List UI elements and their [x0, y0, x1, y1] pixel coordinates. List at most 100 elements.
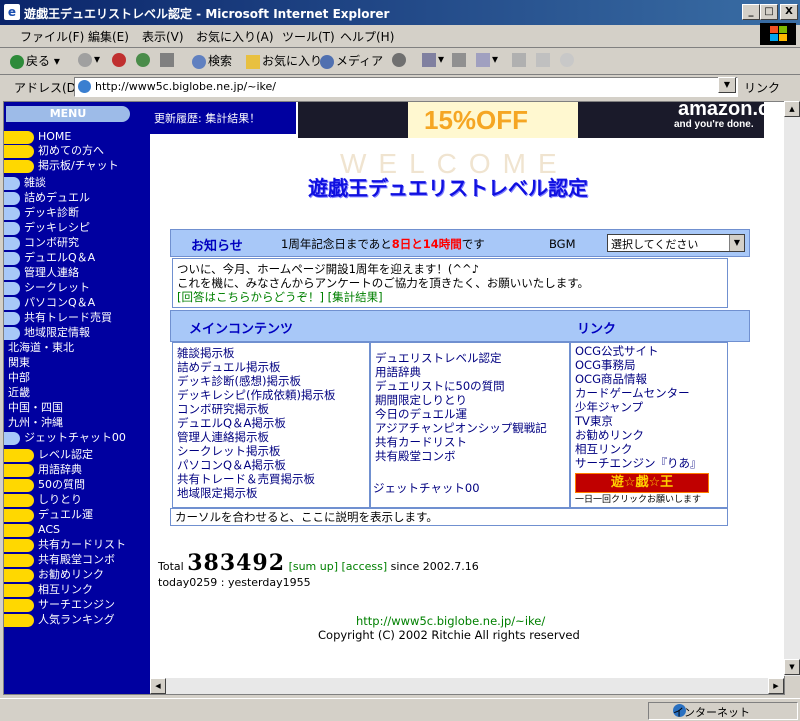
nav-item[interactable]: HOME — [4, 130, 150, 144]
links-toolbar[interactable]: リンク — [744, 79, 780, 96]
nav-item[interactable]: 地域限定情報 — [4, 326, 150, 340]
menu-help[interactable]: ヘルプ(H) — [340, 28, 394, 45]
nav-item[interactable]: 用語辞典 — [4, 463, 150, 477]
content-link[interactable]: シークレット掲示板 — [177, 444, 281, 458]
content-link[interactable]: デッキ診断(感想)掲示板 — [177, 374, 301, 388]
vertical-scrollbar[interactable]: ▲ ▼ — [784, 101, 800, 676]
stop-button[interactable] — [112, 52, 128, 67]
refresh-button[interactable] — [136, 52, 152, 67]
content-link[interactable]: デュエリストに50の質問 — [375, 379, 505, 393]
content-link[interactable]: コンボ研究掲示板 — [177, 402, 269, 416]
content-link[interactable]: 相互リンク — [575, 442, 633, 456]
menu-favorites[interactable]: お気に入り(A) — [196, 28, 274, 45]
scroll-left-icon[interactable]: ◀ — [150, 678, 166, 694]
content-link[interactable]: 管理人連絡掲示板 — [177, 430, 269, 444]
nav-item[interactable]: 初めての方へ — [4, 144, 150, 158]
nav-item[interactable]: しりとり — [4, 493, 150, 507]
scroll-down-icon[interactable]: ▼ — [784, 659, 800, 675]
nav-item[interactable]: 共有カードリスト — [4, 538, 150, 552]
content-link[interactable]: 雑談掲示板 — [177, 346, 235, 360]
nav-item[interactable]: 中国・四国 — [4, 401, 150, 415]
nav-item[interactable]: ジェットチャット00 — [4, 431, 150, 445]
menu-file[interactable]: ファイル(F) — [20, 28, 84, 45]
content-link[interactable]: お勧めリンク — [575, 428, 644, 442]
content-link[interactable]: 共有カードリスト — [375, 435, 467, 449]
favorites-button[interactable]: お気に入り — [246, 52, 322, 69]
content-link[interactable]: パソコンQ＆A掲示板 — [177, 458, 286, 472]
horizontal-scrollbar[interactable]: ◀ ▶ — [150, 678, 784, 694]
content-link[interactable]: 期間限定しりとり — [375, 393, 467, 407]
nav-item[interactable]: 関東 — [4, 356, 150, 370]
content-link[interactable]: デッキレシピ(作成依頼)掲示板 — [177, 388, 335, 402]
nav-item[interactable]: 掲示板/チャット — [4, 159, 150, 173]
sum-up-link[interactable]: [sum up] — [289, 560, 338, 573]
nav-item[interactable]: 相互リンク — [4, 583, 150, 597]
nav-item[interactable]: シークレット — [4, 281, 150, 295]
nav-item[interactable]: デッキ診断 — [4, 206, 150, 220]
discuss-button[interactable] — [512, 52, 528, 67]
print-button[interactable] — [452, 52, 468, 67]
nav-item[interactable]: 管理人連絡 — [4, 266, 150, 280]
survey-results-link[interactable]: [集計結果] — [328, 290, 383, 304]
scroll-up-icon[interactable]: ▲ — [784, 101, 800, 117]
nav-item[interactable]: 近畿 — [4, 386, 150, 400]
update-history[interactable]: 更新履歴: 集計結果！ — [150, 102, 296, 134]
nav-item[interactable]: サーチエンジン — [4, 598, 150, 612]
access-link[interactable]: [access] — [342, 560, 388, 573]
close-button[interactable]: X — [780, 4, 798, 20]
forward-button[interactable]: ▾ — [78, 52, 100, 67]
amazon-banner[interactable]: 15%OFF amazon.co.jp and you're done. — [298, 102, 764, 138]
content-link[interactable]: OCG公式サイト — [575, 344, 659, 358]
content-link[interactable]: TV東京 — [575, 414, 613, 428]
content-link[interactable]: 共有殿堂コンボ — [375, 449, 456, 463]
scroll-right-icon[interactable]: ▶ — [768, 678, 784, 694]
content-link[interactable]: サーチエンジン『りあ』 — [575, 456, 702, 470]
nav-item[interactable]: 詰めデュエル — [4, 191, 150, 205]
content-link[interactable]: 詰めデュエル掲示板 — [177, 360, 281, 374]
address-input[interactable]: http://www5c.biglobe.ne.jp/~ike/ — [74, 77, 738, 97]
back-button[interactable]: 戻る ▾ — [10, 52, 60, 69]
nav-item[interactable]: デュエル運 — [4, 508, 150, 522]
content-link[interactable]: 今日のデュエル運 — [375, 407, 467, 421]
media-button[interactable]: メディア — [320, 52, 383, 69]
nav-item[interactable]: お勧めリンク — [4, 568, 150, 582]
edit-button[interactable]: ▾ — [476, 52, 498, 67]
menu-tools[interactable]: ツール(T) — [282, 28, 335, 45]
title-bar[interactable]: e 遊戯王デュエリストレベル認定 - Microsoft Internet Ex… — [0, 0, 800, 25]
nav-item[interactable]: 50の質問 — [4, 478, 150, 492]
nav-item[interactable]: 共有トレード売買 — [4, 311, 150, 325]
bgm-select[interactable]: 選択してください ▼ — [607, 234, 745, 252]
history-button[interactable] — [392, 52, 408, 67]
nav-item[interactable]: レベル認定 — [4, 448, 150, 462]
nav-item[interactable]: コンボ研究 — [4, 236, 150, 250]
mail-button[interactable]: ▾ — [422, 52, 444, 67]
content-link[interactable]: 共有トレード＆売買掲示板 — [177, 472, 315, 486]
survey-answer-link[interactable]: [回答はこちらからどうぞ！] — [177, 290, 324, 304]
content-link[interactable]: アジアチャンピオンシップ観戦記 — [375, 421, 547, 435]
yugioh-logo[interactable]: 遊☆戯☆王 — [575, 473, 709, 493]
home-button[interactable] — [160, 52, 176, 67]
nav-item[interactable]: パソコンQ＆A — [4, 296, 150, 310]
maximize-button[interactable]: □ — [760, 4, 778, 20]
minimize-button[interactable]: _ — [742, 4, 760, 20]
messenger-button[interactable] — [536, 52, 552, 67]
jet-chat-link[interactable]: ジェットチャット00 — [373, 481, 480, 495]
nav-item[interactable]: 雑談 — [4, 176, 150, 190]
nav-item[interactable]: デッキレシピ — [4, 221, 150, 235]
nav-item[interactable]: 中部 — [4, 371, 150, 385]
nav-item[interactable]: 共有殿堂コンボ — [4, 553, 150, 567]
nav-item[interactable]: 九州・沖縄 — [4, 416, 150, 430]
footer-url[interactable]: http://www5c.biglobe.ne.jp/~ike/ — [356, 614, 545, 628]
nav-item[interactable]: 北海道・東北 — [4, 341, 150, 355]
search-button[interactable]: 検索 — [192, 52, 232, 69]
content-link[interactable]: デュエルQ＆A掲示板 — [177, 416, 286, 430]
research-button[interactable] — [560, 52, 576, 67]
content-link[interactable]: OCG商品情報 — [575, 372, 647, 386]
content-link[interactable]: 少年ジャンプ — [575, 400, 643, 414]
menu-edit[interactable]: 編集(E) — [88, 28, 129, 45]
content-link[interactable]: 地域限定掲示板 — [177, 486, 258, 500]
nav-item[interactable]: デュエルQ＆A — [4, 251, 150, 265]
address-dropdown-button[interactable]: ▼ — [718, 77, 736, 93]
menu-view[interactable]: 表示(V) — [142, 28, 184, 45]
content-link[interactable]: 用語辞典 — [375, 365, 421, 379]
